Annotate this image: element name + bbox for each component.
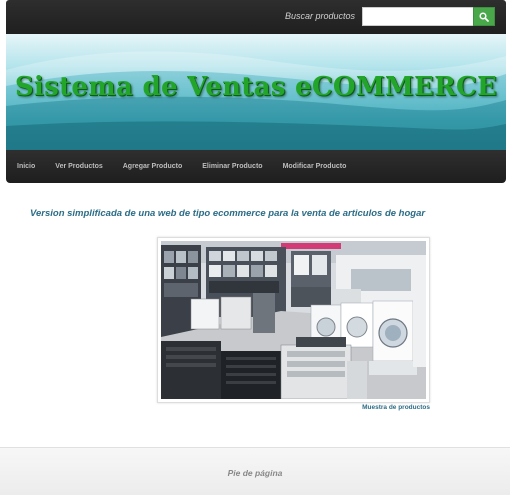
product-showcase-image <box>157 237 430 403</box>
top-bar: Buscar productos <box>6 0 506 34</box>
search-icon <box>479 11 489 22</box>
banner: Sistema de Ventas eCOMMERCE <box>6 34 506 150</box>
nav-item-inicio[interactable]: Inicio <box>17 163 35 170</box>
nav-item-eliminar-producto[interactable]: Eliminar Producto <box>202 163 262 170</box>
main-nav: Inicio Ver Productos Agregar Producto El… <box>6 150 506 183</box>
image-caption: Muestra de productos <box>362 404 430 411</box>
site-title: Sistema de Ventas eCOMMERCE <box>14 72 498 102</box>
search-label: Buscar productos <box>284 11 355 21</box>
footer-text: Pie de página <box>227 468 283 478</box>
search-input[interactable] <box>362 7 473 26</box>
site-tagline: Version simplificada de una web de tipo … <box>30 208 426 219</box>
nav-item-agregar-producto[interactable]: Agregar Producto <box>123 163 183 170</box>
nav-item-modificar-producto[interactable]: Modificar Producto <box>283 163 347 170</box>
nav-item-ver-productos[interactable]: Ver Productos <box>55 163 102 170</box>
search-button[interactable] <box>473 7 495 26</box>
store-photo <box>161 241 426 400</box>
page-footer: Pie de página <box>0 447 510 495</box>
